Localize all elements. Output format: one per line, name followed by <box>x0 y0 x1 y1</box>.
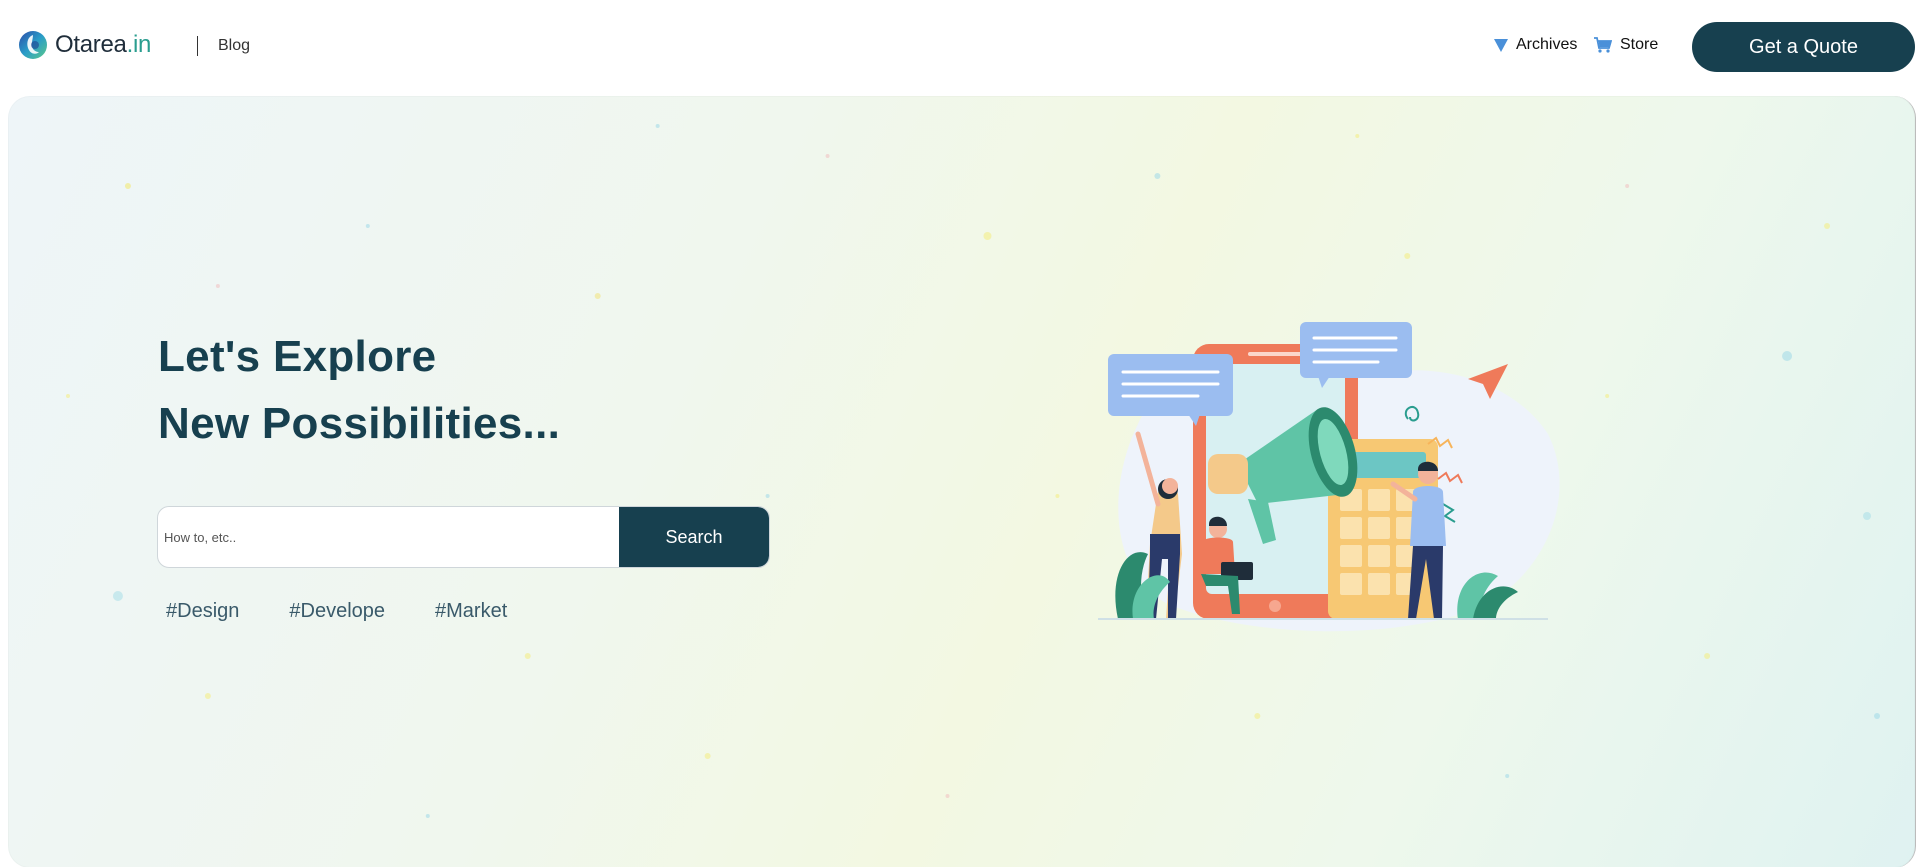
search-input[interactable] <box>158 507 619 567</box>
search-button[interactable]: Search <box>619 507 769 567</box>
cart-icon <box>1594 37 1612 53</box>
nav-store-label: Store <box>1620 36 1659 53</box>
triangle-down-icon <box>1494 39 1508 52</box>
logo-suffix: .in <box>126 31 152 58</box>
logo[interactable]: Otarea.in <box>18 30 151 60</box>
logo-text: Otarea.in <box>55 31 151 59</box>
search-bar: Search <box>157 506 770 568</box>
top-navbar: Otarea.in Blog Archives Store Get a Quot… <box>0 0 1918 92</box>
nav-store[interactable]: Store <box>1594 36 1658 54</box>
tag-list: #Design #Develope #Market <box>166 600 557 623</box>
nav-archives-label: Archives <box>1516 36 1578 53</box>
marketing-megaphone-illustration <box>1098 322 1560 632</box>
hero-title-line-2: New Possibilities... <box>158 399 561 448</box>
hero-section: Let's Explore New Possibilities... Searc… <box>8 96 1916 867</box>
otarea-logo-icon <box>19 31 47 59</box>
speckle-background <box>65 124 1881 818</box>
tag-design[interactable]: #Design <box>166 600 239 623</box>
logo-name: Otarea <box>55 31 127 58</box>
tag-develope[interactable]: #Develope <box>289 600 385 623</box>
blog-link[interactable]: Blog <box>218 37 250 55</box>
nav-archives[interactable]: Archives <box>1494 36 1577 54</box>
hero-title-line-1: Let's Explore <box>158 332 437 381</box>
header-divider <box>197 36 198 56</box>
tag-market[interactable]: #Market <box>435 600 507 623</box>
get-a-quote-button[interactable]: Get a Quote <box>1692 22 1915 72</box>
